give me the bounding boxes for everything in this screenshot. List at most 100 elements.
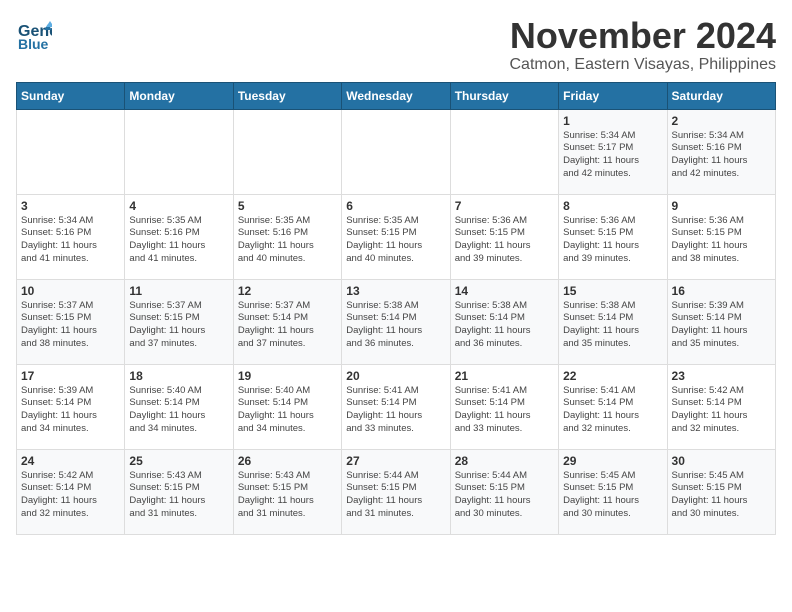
header-friday: Friday [559,82,667,109]
calendar-cell: 29Sunrise: 5:45 AM Sunset: 5:15 PM Dayli… [559,449,667,534]
day-number: 8 [563,199,662,213]
calendar-subtitle: Catmon, Eastern Visayas, Philippines [509,56,776,74]
calendar-cell: 16 Sunrise: 5:39 AM Sunset: 5:14 PM Dayli… [667,279,775,364]
day-number: 10 [21,284,120,298]
day-number: 4 [129,199,228,213]
day-info: Sunrise: 5:42 AM Sunset: 5:14 PM Dayligh… [672,385,771,436]
day-info: Sunrise: 5:39 AM Sunset: 5:14 PM Dayligh… [672,300,771,351]
calendar-cell: 1Sunrise: 5:34 AM Sunset: 5:17 PM Daylig… [559,109,667,194]
calendar-cell: 12Sunrise: 5:37 AM Sunset: 5:14 PM Dayli… [233,279,341,364]
header-sunday: Sunday [17,82,125,109]
day-number: 14 [455,284,554,298]
calendar-cell: 18 Sunrise: 5:40 AM Sunset: 5:14 PM Dayli… [125,364,233,449]
calendar-cell: 24 Sunrise: 5:42 AM Sunset: 5:14 PM Dayli… [17,449,125,534]
day-info: Sunrise: 5:38 AM Sunset: 5:14 PM Dayligh… [346,300,445,351]
day-number: 20 [346,369,445,383]
calendar-cell: 27 Sunrise: 5:44 AM Sunset: 5:15 PM Dayli… [342,449,450,534]
day-number: 1 [563,114,662,128]
calendar-cell: 14 Sunrise: 5:38 AM Sunset: 5:14 PM Dayli… [450,279,558,364]
day-info: Sunrise: 5:40 AM Sunset: 5:14 PM Dayligh… [238,385,337,436]
calendar-cell: 20Sunrise: 5:41 AM Sunset: 5:14 PM Dayli… [342,364,450,449]
calendar-table: SundayMondayTuesdayWednesdayThursdayFrid… [16,82,776,535]
day-info: Sunrise: 5:37 AM Sunset: 5:15 PM Dayligh… [129,300,228,351]
day-number: 19 [238,369,337,383]
day-number: 23 [672,369,771,383]
svg-text:Blue: Blue [18,36,49,52]
calendar-cell [342,109,450,194]
day-info: Sunrise: 5:35 AM Sunset: 5:15 PM Dayligh… [346,215,445,266]
calendar-cell: 23 Sunrise: 5:42 AM Sunset: 5:14 PM Dayli… [667,364,775,449]
calendar-cell: 4 Sunrise: 5:35 AM Sunset: 5:16 PM Daylig… [125,194,233,279]
day-info: Sunrise: 5:42 AM Sunset: 5:14 PM Dayligh… [21,470,120,521]
calendar-cell [233,109,341,194]
day-info: Sunrise: 5:34 AM Sunset: 5:16 PM Dayligh… [21,215,120,266]
day-number: 28 [455,454,554,468]
header-row: SundayMondayTuesdayWednesdayThursdayFrid… [17,82,776,109]
day-info: Sunrise: 5:41 AM Sunset: 5:14 PM Dayligh… [455,385,554,436]
day-number: 2 [672,114,771,128]
day-info: Sunrise: 5:36 AM Sunset: 5:15 PM Dayligh… [455,215,554,266]
calendar-cell [125,109,233,194]
week-row-1: 1Sunrise: 5:34 AM Sunset: 5:17 PM Daylig… [17,109,776,194]
day-number: 18 [129,369,228,383]
day-info: Sunrise: 5:41 AM Sunset: 5:14 PM Dayligh… [563,385,662,436]
week-row-5: 24 Sunrise: 5:42 AM Sunset: 5:14 PM Dayli… [17,449,776,534]
day-number: 30 [672,454,771,468]
calendar-title: November 2024 [509,16,776,56]
day-number: 16 [672,284,771,298]
logo-icon: General Blue [16,16,52,52]
header-wednesday: Wednesday [342,82,450,109]
day-number: 26 [238,454,337,468]
header-monday: Monday [125,82,233,109]
day-number: 3 [21,199,120,213]
day-info: Sunrise: 5:37 AM Sunset: 5:15 PM Dayligh… [21,300,120,351]
day-info: Sunrise: 5:36 AM Sunset: 5:15 PM Dayligh… [563,215,662,266]
week-row-2: 3 Sunrise: 5:34 AM Sunset: 5:16 PM Daylig… [17,194,776,279]
day-info: Sunrise: 5:40 AM Sunset: 5:14 PM Dayligh… [129,385,228,436]
calendar-cell [17,109,125,194]
day-number: 29 [563,454,662,468]
calendar-cell: 8 Sunrise: 5:36 AM Sunset: 5:15 PM Daylig… [559,194,667,279]
header-saturday: Saturday [667,82,775,109]
page-header: General Blue November 2024 Catmon, Easte… [16,16,776,74]
day-info: Sunrise: 5:38 AM Sunset: 5:14 PM Dayligh… [455,300,554,351]
calendar-cell: 28 Sunrise: 5:44 AM Sunset: 5:15 PM Dayli… [450,449,558,534]
calendar-cell: 10 Sunrise: 5:37 AM Sunset: 5:15 PM Dayli… [17,279,125,364]
calendar-cell [450,109,558,194]
day-info: Sunrise: 5:37 AM Sunset: 5:14 PM Dayligh… [238,300,337,351]
day-info: Sunrise: 5:43 AM Sunset: 5:15 PM Dayligh… [129,470,228,521]
calendar-cell: 5Sunrise: 5:35 AM Sunset: 5:16 PM Daylig… [233,194,341,279]
day-number: 22 [563,369,662,383]
day-number: 5 [238,199,337,213]
calendar-cell: 17Sunrise: 5:39 AM Sunset: 5:14 PM Dayli… [17,364,125,449]
day-info: Sunrise: 5:44 AM Sunset: 5:15 PM Dayligh… [346,470,445,521]
day-number: 9 [672,199,771,213]
calendar-cell: 19 Sunrise: 5:40 AM Sunset: 5:14 PM Dayli… [233,364,341,449]
day-number: 25 [129,454,228,468]
title-block: November 2024 Catmon, Eastern Visayas, P… [509,16,776,74]
calendar-cell: 6 Sunrise: 5:35 AM Sunset: 5:15 PM Daylig… [342,194,450,279]
day-info: Sunrise: 5:36 AM Sunset: 5:15 PM Dayligh… [672,215,771,266]
header-thursday: Thursday [450,82,558,109]
calendar-header: SundayMondayTuesdayWednesdayThursdayFrid… [17,82,776,109]
day-number: 24 [21,454,120,468]
day-number: 11 [129,284,228,298]
day-number: 6 [346,199,445,213]
logo: General Blue [16,16,52,52]
day-number: 7 [455,199,554,213]
day-info: Sunrise: 5:44 AM Sunset: 5:15 PM Dayligh… [455,470,554,521]
day-number: 27 [346,454,445,468]
day-info: Sunrise: 5:34 AM Sunset: 5:16 PM Dayligh… [672,130,771,181]
calendar-cell: 26Sunrise: 5:43 AM Sunset: 5:15 PM Dayli… [233,449,341,534]
day-number: 17 [21,369,120,383]
day-info: Sunrise: 5:35 AM Sunset: 5:16 PM Dayligh… [129,215,228,266]
day-number: 15 [563,284,662,298]
week-row-4: 17Sunrise: 5:39 AM Sunset: 5:14 PM Dayli… [17,364,776,449]
calendar-cell: 15Sunrise: 5:38 AM Sunset: 5:14 PM Dayli… [559,279,667,364]
calendar-cell: 25 Sunrise: 5:43 AM Sunset: 5:15 PM Dayli… [125,449,233,534]
header-tuesday: Tuesday [233,82,341,109]
calendar-cell: 11 Sunrise: 5:37 AM Sunset: 5:15 PM Dayli… [125,279,233,364]
calendar-cell: 22 Sunrise: 5:41 AM Sunset: 5:14 PM Dayli… [559,364,667,449]
calendar-cell: 21Sunrise: 5:41 AM Sunset: 5:14 PM Dayli… [450,364,558,449]
calendar-cell: 3 Sunrise: 5:34 AM Sunset: 5:16 PM Daylig… [17,194,125,279]
